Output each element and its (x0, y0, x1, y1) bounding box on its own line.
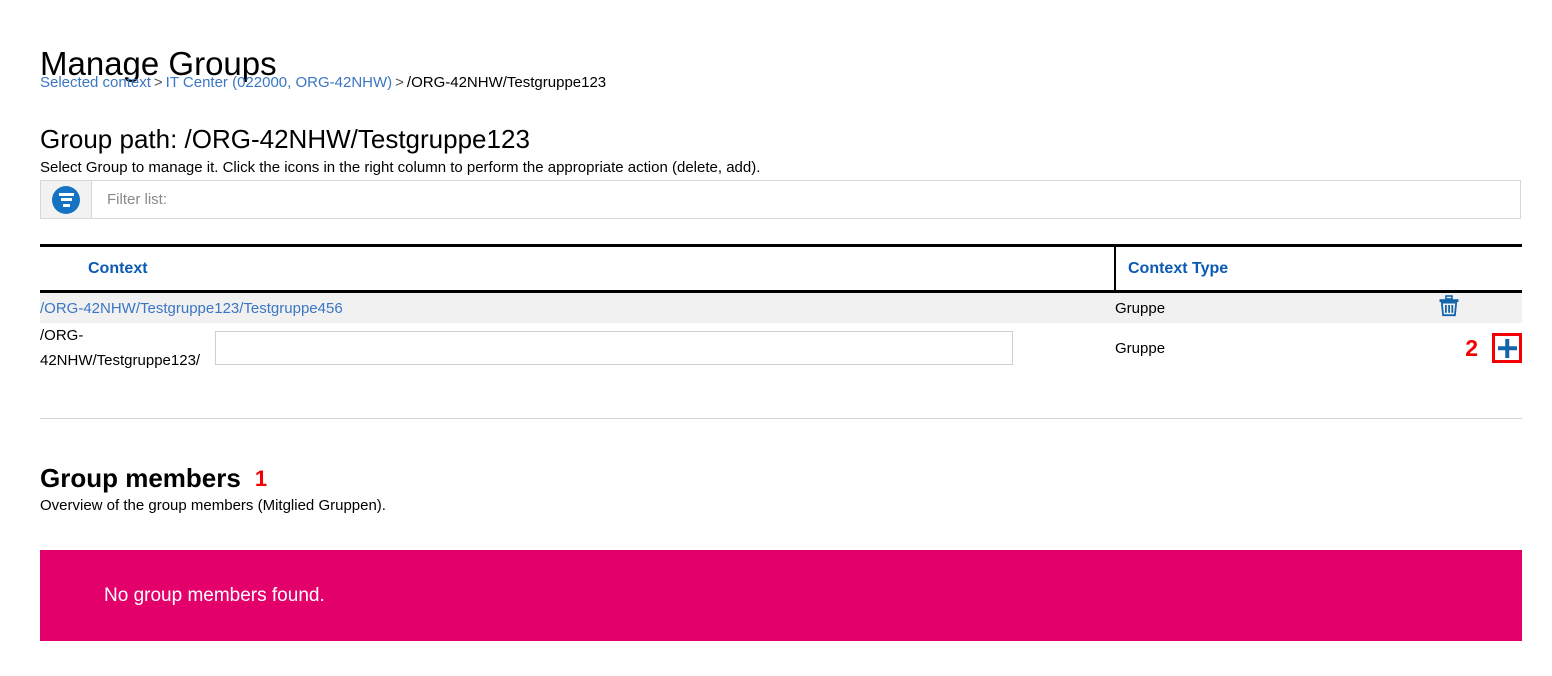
cell-context-new: /ORG-42NHW/Testgruppe123/ (40, 323, 1113, 373)
new-group-name-input[interactable] (215, 331, 1013, 365)
context-table-wrapper: Context Context Type /ORG-42NHW/Testgrup… (40, 244, 1522, 373)
breadcrumb-link-it-center[interactable]: IT Center (022000, ORG-42NHW) (166, 74, 392, 91)
breadcrumb: Selected context > IT Center (022000, ORG-… (40, 73, 606, 92)
filter-bar (40, 180, 1521, 219)
cell-context: /ORG-42NHW/Testgruppe123/Testgruppe456 (40, 291, 1113, 323)
add-action-group: 2 (1375, 333, 1522, 363)
breadcrumb-separator-1: > (153, 74, 163, 91)
annotation-marker-2: 2 (1465, 334, 1478, 361)
table-row: /ORG-42NHW/Testgruppe123/Testgruppe456 G… (40, 291, 1522, 323)
group-members-heading: Group members 1 (40, 462, 267, 495)
add-group-button[interactable] (1492, 333, 1522, 363)
breadcrumb-link-selected-context[interactable]: Selected context (40, 74, 151, 91)
context-link[interactable]: /ORG-42NHW/Testgruppe123/Testgruppe456 (40, 300, 343, 317)
group-members-heading-text: Group members (40, 462, 241, 493)
plus-icon (1498, 339, 1517, 358)
column-header-context[interactable]: Context (40, 244, 1113, 293)
cell-action: 2 (1375, 323, 1522, 373)
group-path-heading: Group path: /ORG-42NHW/Testgruppe123 (40, 123, 530, 154)
new-group-path-prefix: /ORG-42NHW/Testgruppe123/ (40, 327, 201, 369)
no-members-alert: No group members found. (40, 550, 1522, 641)
filter-icon (52, 185, 80, 214)
trash-icon[interactable] (1436, 293, 1462, 319)
breadcrumb-separator-2: > (395, 74, 404, 91)
cell-context-type: Gruppe (1115, 323, 1375, 373)
new-group-name-input-wrap (215, 331, 1013, 365)
table-header-row: Context Context Type (40, 244, 1522, 293)
filter-icon-button[interactable] (41, 181, 92, 218)
column-header-context-type[interactable]: Context Type (1114, 244, 1375, 293)
table-row: /ORG-42NHW/Testgruppe123/ Gruppe 2 (40, 323, 1522, 373)
intro-text: Select Group to manage it. Click the ico… (40, 159, 761, 176)
column-header-action (1375, 244, 1522, 293)
context-table: Context Context Type /ORG-42NHW/Testgrup… (40, 244, 1522, 373)
filter-input[interactable] (92, 181, 1520, 218)
section-divider (40, 418, 1522, 419)
annotation-marker-1: 1 (254, 465, 268, 491)
group-members-subtitle: Overview of the group members (Mitglied … (40, 497, 386, 514)
no-members-alert-text: No group members found. (104, 584, 325, 606)
cell-context-type: Gruppe (1115, 291, 1375, 323)
cell-action (1375, 291, 1522, 323)
breadcrumb-current: /ORG-42NHW/Testgruppe123 (406, 74, 607, 91)
manage-groups-page: Manage Groups Selected context > IT Center… (0, 0, 1552, 676)
